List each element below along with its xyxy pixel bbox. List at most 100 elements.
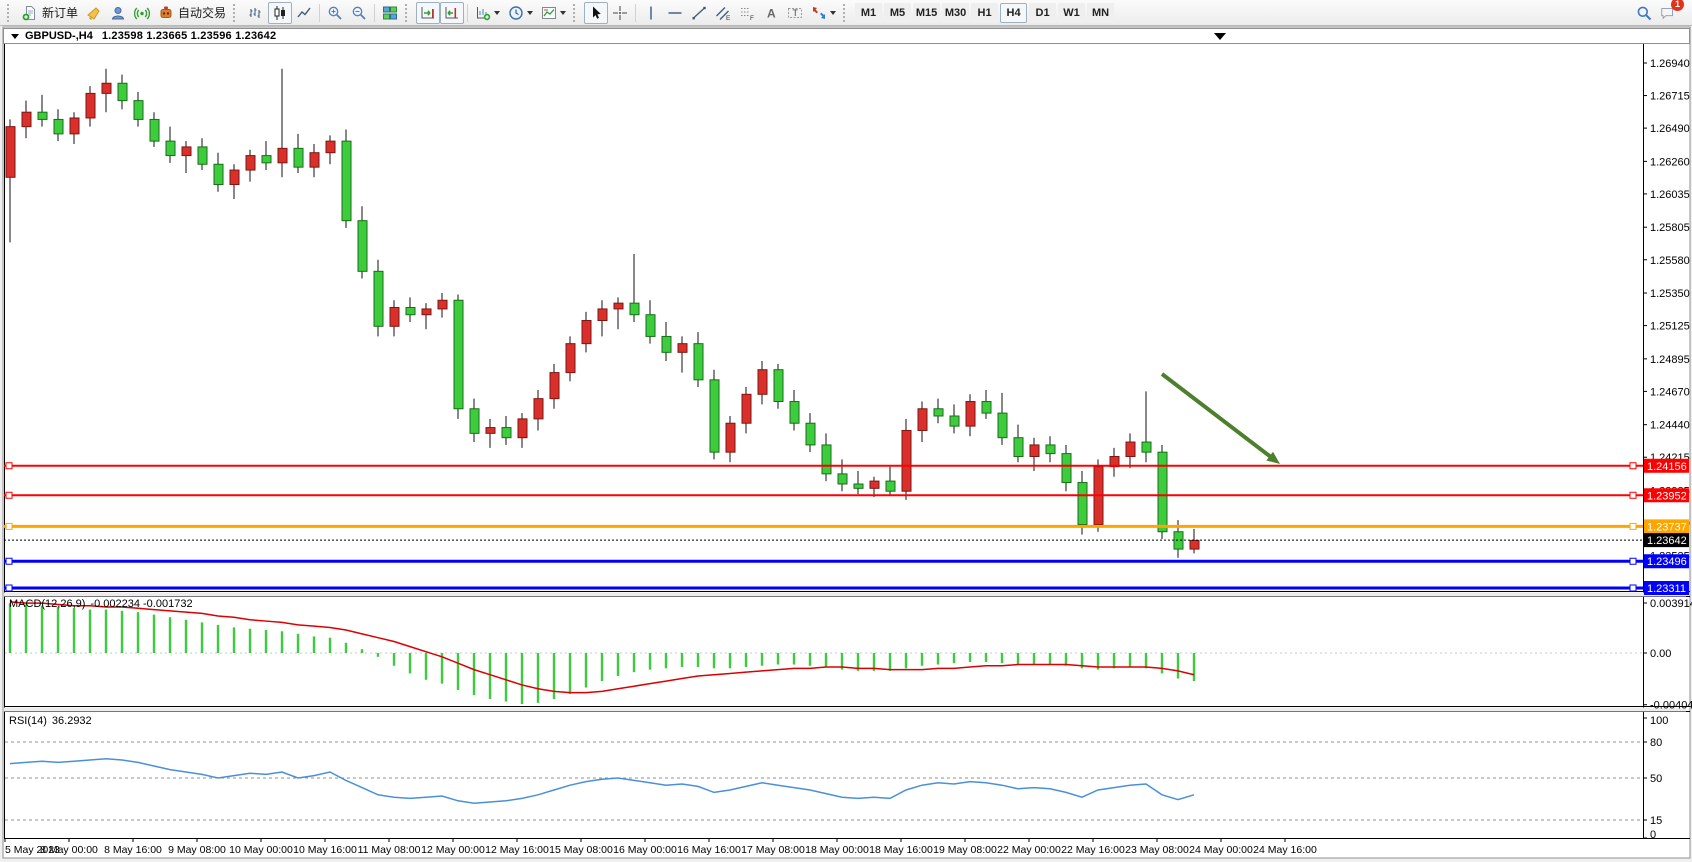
rsi-tick-label: 50 (1650, 773, 1662, 785)
price-tick-label: 1.24670 (1650, 386, 1690, 398)
current-price-label: 1.23642 (1644, 533, 1689, 547)
time-tick-label: 15 May 08:00 (549, 844, 613, 856)
candle-body (710, 380, 719, 452)
trendline-button[interactable] (687, 2, 711, 24)
alert-sound-button[interactable] (82, 2, 106, 24)
crosshair-button[interactable] (608, 2, 632, 24)
bar-chart-button[interactable] (244, 2, 268, 24)
timeframe-m5-button[interactable]: M5 (884, 3, 911, 23)
timeframe-m15-button[interactable]: M15 (913, 3, 940, 23)
candle-body (326, 141, 335, 153)
chart-menu-arrow-icon[interactable] (11, 34, 19, 39)
candle-body (870, 481, 879, 488)
text-label-icon: T (787, 5, 803, 21)
fibonacci-icon: F (739, 5, 755, 21)
line-chart-button[interactable] (292, 2, 316, 24)
notifications-button[interactable]: 1 (1656, 2, 1680, 24)
chart-shift-button[interactable] (440, 2, 464, 24)
timeframe-h4-button[interactable]: H4 (1000, 3, 1027, 23)
trendline-icon (691, 5, 707, 21)
arrows-button[interactable] (807, 2, 840, 24)
timeframe-h1-button[interactable]: H1 (971, 3, 998, 23)
time-tick-label: 22 May 00:00 (997, 844, 1061, 856)
periods-button[interactable] (504, 2, 537, 24)
line-handle[interactable] (6, 463, 12, 469)
line-handle[interactable] (6, 558, 12, 564)
line-handle[interactable] (1630, 585, 1636, 591)
autoscroll-icon (420, 5, 436, 21)
macd-tick-label: 0.003914 (1650, 598, 1692, 610)
chart-title-bar[interactable]: GBPUSD-,H4 1.23598 1.23665 1.23596 1.236… (3, 28, 1690, 44)
equidistant-channel-button[interactable]: E (711, 2, 735, 24)
price-tick-label: 1.24440 (1650, 420, 1690, 432)
candle-body (598, 309, 607, 321)
candle-body (214, 164, 223, 184)
toolbar-separator (319, 4, 320, 22)
autoscroll-button[interactable] (416, 2, 440, 24)
candlestick-chart-button[interactable] (268, 2, 292, 24)
line-handle[interactable] (1630, 523, 1636, 529)
application-window: 新订单 自动交易 (0, 0, 1692, 862)
candle-body (118, 83, 127, 100)
text-label-button[interactable]: T (783, 2, 807, 24)
candle-body (1030, 445, 1039, 457)
candle-body (278, 148, 287, 162)
candle-body (1142, 442, 1151, 452)
candle-body (310, 153, 319, 167)
candle-body (342, 141, 351, 221)
timeframe-m30-button[interactable]: M30 (942, 3, 969, 23)
signal-button[interactable] (130, 2, 154, 24)
new-order-button[interactable]: 新订单 (18, 2, 82, 24)
candle-body (950, 416, 959, 426)
search-icon (1636, 5, 1652, 21)
candle-body (294, 148, 303, 167)
horizontal-line-button[interactable] (663, 2, 687, 24)
templates-button[interactable] (537, 2, 570, 24)
time-tick-label: 12 May 16:00 (485, 844, 549, 856)
time-tick-label: 19 May 08:00 (933, 844, 997, 856)
time-tick-label: 17 May 08:00 (741, 844, 805, 856)
auto-trading-button[interactable]: 自动交易 (154, 2, 230, 24)
text-button[interactable]: A (759, 2, 783, 24)
zoom-in-button[interactable] (323, 2, 347, 24)
current-bar-marker-icon (1214, 33, 1226, 40)
user-icon (110, 5, 126, 21)
chart-canvas[interactable]: 1.269401.267151.264901.262601.260351.258… (0, 26, 1692, 862)
timeframe-d1-button[interactable]: D1 (1029, 3, 1056, 23)
new-chart-button[interactable] (471, 2, 504, 24)
timeframe-mn-button[interactable]: MN (1087, 3, 1114, 23)
template-icon (541, 5, 557, 21)
timeframe-m1-button[interactable]: M1 (855, 3, 882, 23)
time-tick-label: 8 May 16:00 (104, 844, 162, 856)
zoom-out-button[interactable] (347, 2, 371, 24)
tile-windows-button[interactable] (378, 2, 402, 24)
panel-splitter[interactable] (4, 708, 1686, 712)
candle-body (102, 83, 111, 93)
current-price-label-text: 1.23642 (1647, 535, 1687, 547)
search-button[interactable] (1632, 2, 1656, 24)
toolbar-grip (7, 4, 13, 22)
candle-body (422, 309, 431, 315)
line-handle[interactable] (1630, 558, 1636, 564)
line-handle[interactable] (1630, 463, 1636, 469)
price-tick-label: 1.26940 (1650, 58, 1690, 70)
candle-body (774, 370, 783, 402)
timeframe-w1-button[interactable]: W1 (1058, 3, 1085, 23)
candle-body (886, 481, 895, 491)
vertical-line-icon (643, 5, 659, 21)
candle-body (1158, 452, 1167, 532)
candle-body (6, 127, 15, 178)
candle-body (150, 119, 159, 141)
panel-splitter[interactable] (4, 593, 1686, 597)
fibonacci-button[interactable]: F (735, 2, 759, 24)
line-handle[interactable] (6, 523, 12, 529)
line-handle[interactable] (1630, 492, 1636, 498)
line-handle[interactable] (6, 492, 12, 498)
cursor-button[interactable] (584, 2, 608, 24)
vertical-line-button[interactable] (639, 2, 663, 24)
macd-indicator-label: MACD(12,26,9)-0.002234 -0.001732 (9, 598, 193, 610)
price-tick-label: 1.25350 (1650, 288, 1690, 300)
candle-body (966, 402, 975, 427)
user-profile-button[interactable] (106, 2, 130, 24)
line-handle[interactable] (6, 585, 12, 591)
